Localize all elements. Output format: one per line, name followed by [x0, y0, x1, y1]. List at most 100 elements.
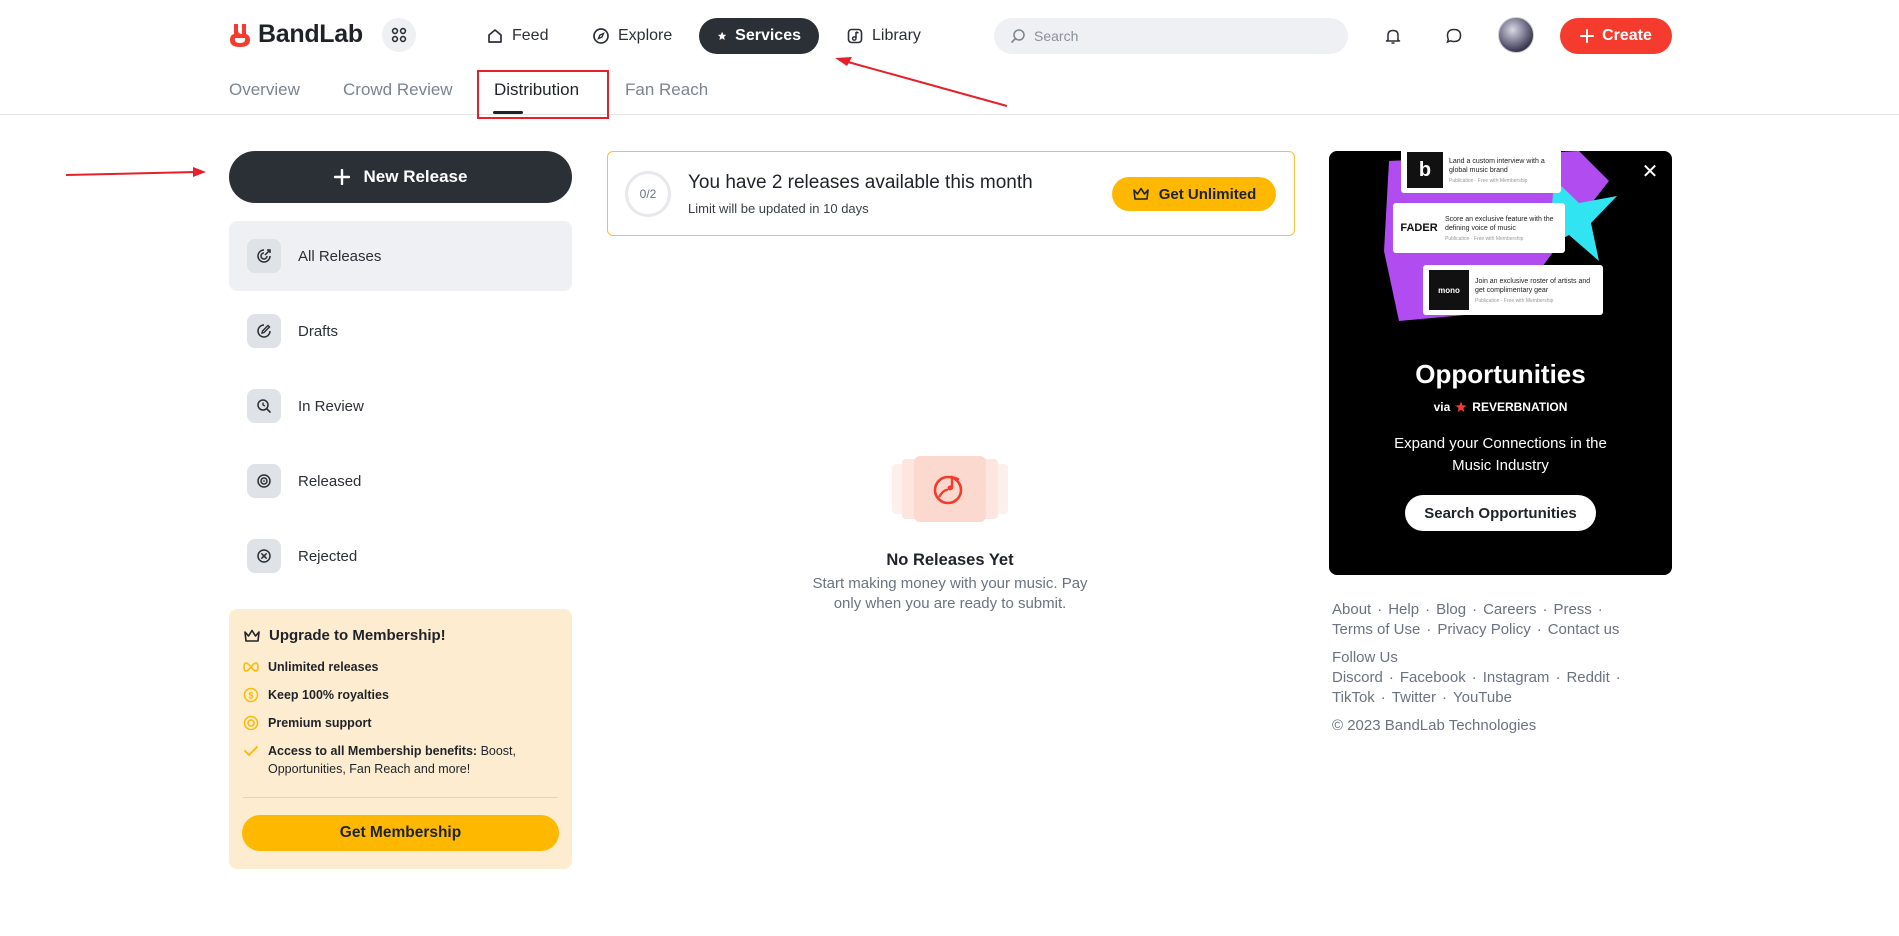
sidebar-item-label: All Releases [298, 247, 382, 265]
dollar-coin-icon: $ [243, 686, 259, 704]
promo-card-text: Score an exclusive feature with the defi… [1445, 215, 1554, 232]
rejected-icon [247, 539, 281, 573]
sidebar-item-label: Rejected [298, 547, 358, 565]
benefit-item: $ Keep 100% royalties [243, 686, 558, 704]
footer-link-careers[interactable]: Careers [1483, 600, 1536, 620]
promo-title: Opportunities [1415, 359, 1586, 389]
mono-logo: mono [1429, 270, 1469, 310]
sidebar-item-released[interactable]: Released [229, 446, 572, 516]
promo-description: Expand your Connections in the Music Ind… [1394, 435, 1607, 474]
top-navigation-bar: BandLab Feed Explore Services Library Cr… [0, 0, 1899, 68]
bell-icon [1385, 29, 1401, 44]
new-release-button[interactable]: New Release [229, 151, 572, 203]
social-link-discord[interactable]: Discord [1332, 668, 1383, 688]
follow-us-label: Follow Us [1332, 649, 1398, 666]
release-counter: 0/2 [625, 171, 671, 217]
search-box[interactable] [994, 18, 1348, 54]
benefit-item: Unlimited releases [243, 658, 558, 676]
tab-crowd-review[interactable]: Crowd Review [343, 80, 453, 100]
footer: About · Help · Blog · Careers · Press · Terms… [1332, 600, 1672, 736]
footer-link-terms[interactable]: Terms of Use [1332, 620, 1420, 640]
brand-name: BandLab [258, 20, 363, 48]
sidebar-item-all-releases[interactable]: All Releases [229, 221, 572, 291]
social-link-twitter[interactable]: Twitter [1392, 688, 1436, 708]
promo-card-mono: mono Join an exclusive roster of artists… [1423, 265, 1603, 315]
social-link-reddit[interactable]: Reddit [1566, 668, 1609, 688]
promo-card-text: Join an exclusive roster of artists and … [1475, 277, 1591, 294]
tab-overview[interactable]: Overview [229, 80, 300, 100]
promo-card-text: Land a custom interview with a global mu… [1449, 157, 1545, 174]
footer-link-contact[interactable]: Contact us [1548, 620, 1620, 640]
get-membership-button[interactable]: Get Membership [242, 815, 559, 851]
benefit-text-bold: Access to all Membership benefits: [268, 744, 478, 758]
nav-library[interactable]: Library [828, 18, 939, 54]
sidebar-item-label: Drafts [298, 322, 339, 340]
footer-link-press[interactable]: Press [1553, 600, 1591, 620]
sidebar-item-rejected[interactable]: Rejected [229, 521, 572, 591]
benefit-item: Access to all Membership benefits: Boost… [243, 742, 558, 778]
messages-button[interactable] [1438, 20, 1470, 52]
close-icon[interactable]: ✕ [1640, 161, 1660, 183]
get-unlimited-label: Get Unlimited [1158, 185, 1257, 203]
footer-link-about[interactable]: About [1332, 600, 1371, 620]
nav-library-label: Library [872, 27, 921, 44]
promo-card-meta: Publication · Free with Membership [1475, 297, 1554, 304]
bandlab-logo-icon [230, 23, 250, 47]
promo-card-fader: FADER Score an exclusive feature with th… [1393, 203, 1565, 253]
footer-link-privacy[interactable]: Privacy Policy [1437, 620, 1530, 640]
footer-link-help[interactable]: Help [1388, 600, 1419, 620]
search-opportunities-button[interactable]: Search Opportunities [1405, 495, 1596, 531]
nav-explore-label: Explore [618, 27, 673, 44]
footer-links-row: About · Help · Blog · Careers · Press · [1332, 600, 1603, 620]
upgrade-title-text: Upgrade to Membership! [269, 627, 446, 644]
infinity-icon [243, 658, 259, 676]
notifications-button[interactable] [1377, 20, 1409, 52]
services-subtabs: Overview Crowd Review Distribution Fan R… [0, 68, 1899, 115]
user-avatar[interactable] [1498, 17, 1534, 53]
benefit-text: Unlimited releases [268, 660, 379, 674]
tab-fan-reach[interactable]: Fan Reach [625, 80, 708, 100]
empty-state-title: No Releases Yet [886, 551, 1014, 569]
limit-title: You have 2 releases available this month [688, 172, 1033, 193]
social-links-row: TikTok · Twitter · YouTube [1332, 688, 1512, 708]
nav-feed[interactable]: Feed [468, 18, 566, 54]
support-icon [243, 714, 259, 732]
divider [243, 797, 558, 798]
sidebar-item-drafts[interactable]: Drafts [229, 296, 572, 366]
new-release-label: New Release [363, 167, 468, 186]
annotation-highlight-box [477, 70, 609, 119]
release-limit-banner: 0/2 You have 2 releases available this m… [607, 151, 1295, 236]
nav-services-label: Services [735, 27, 801, 44]
bandlab-logo[interactable]: BandLab [228, 20, 363, 49]
sidebar-item-in-review[interactable]: In Review [229, 371, 572, 441]
search-input[interactable] [1034, 28, 1324, 44]
footer-link-blog[interactable]: Blog [1436, 600, 1466, 620]
apps-grid-button[interactable] [382, 18, 416, 52]
reverbnation-star-icon [1455, 401, 1467, 412]
nav-services[interactable]: Services [699, 18, 819, 54]
opportunities-promo: b Land a custom interview with a global … [1329, 151, 1672, 575]
limit-subtitle: Limit will be updated in 10 days [688, 201, 869, 216]
benefit-text: Premium support [268, 716, 372, 730]
promo-card-billboard: b Land a custom interview with a global … [1401, 151, 1561, 193]
social-link-instagram[interactable]: Instagram [1483, 668, 1550, 688]
nav-explore[interactable]: Explore [574, 18, 690, 54]
upgrade-title: Upgrade to Membership! [243, 627, 558, 644]
billboard-logo: b [1407, 152, 1443, 188]
promo-via: via REVERBNATION [1329, 400, 1672, 414]
plus-icon [1580, 29, 1595, 43]
music-note-icon [847, 28, 863, 44]
sidebar-item-label: Released [298, 472, 362, 490]
apps-grid-icon [391, 27, 407, 43]
social-link-tiktok[interactable]: TikTok [1332, 688, 1375, 708]
create-button[interactable]: Create [1560, 18, 1672, 54]
social-link-youtube[interactable]: YouTube [1453, 688, 1512, 708]
star-icon [717, 31, 727, 40]
no-releases-illustration-icon [892, 456, 1008, 522]
fader-logo: FADER [1400, 222, 1438, 234]
chat-icon [1446, 28, 1462, 44]
edit-icon [247, 314, 281, 348]
get-unlimited-button[interactable]: Get Unlimited [1112, 177, 1276, 211]
create-label: Create [1602, 27, 1652, 44]
social-link-facebook[interactable]: Facebook [1400, 668, 1466, 688]
